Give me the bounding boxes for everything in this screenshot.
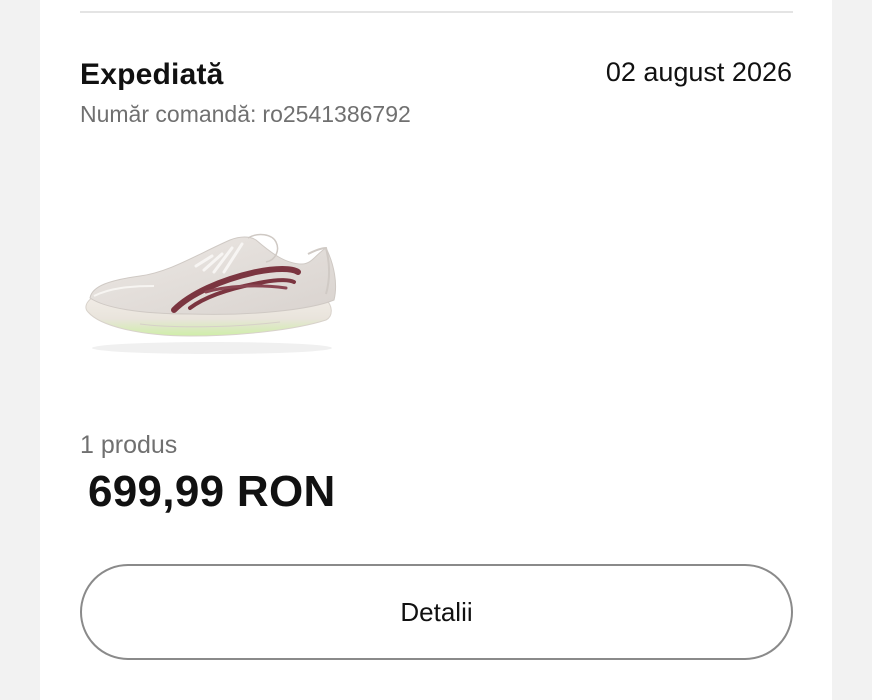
order-status: Expediată [80, 58, 224, 91]
details-button[interactable]: Detalii [80, 564, 793, 660]
order-date: 02 august 2026 [605, 57, 792, 87]
details-button-label: Detalii [400, 596, 473, 627]
order-number: Număr comandă: ro2541386792 [80, 101, 411, 128]
order-number-value: ro2541386792 [262, 101, 411, 127]
order-number-label: Număr comandă: [80, 101, 257, 127]
running-shoe-icon [85, 233, 337, 354]
order-total: 699,99 RON [88, 467, 336, 516]
divider [80, 11, 793, 13]
item-count: 1 produs [80, 431, 178, 459]
order-card: Expediată 02 august 2026 Număr comandă: r… [40, 0, 832, 700]
product-image[interactable] [80, 224, 344, 360]
